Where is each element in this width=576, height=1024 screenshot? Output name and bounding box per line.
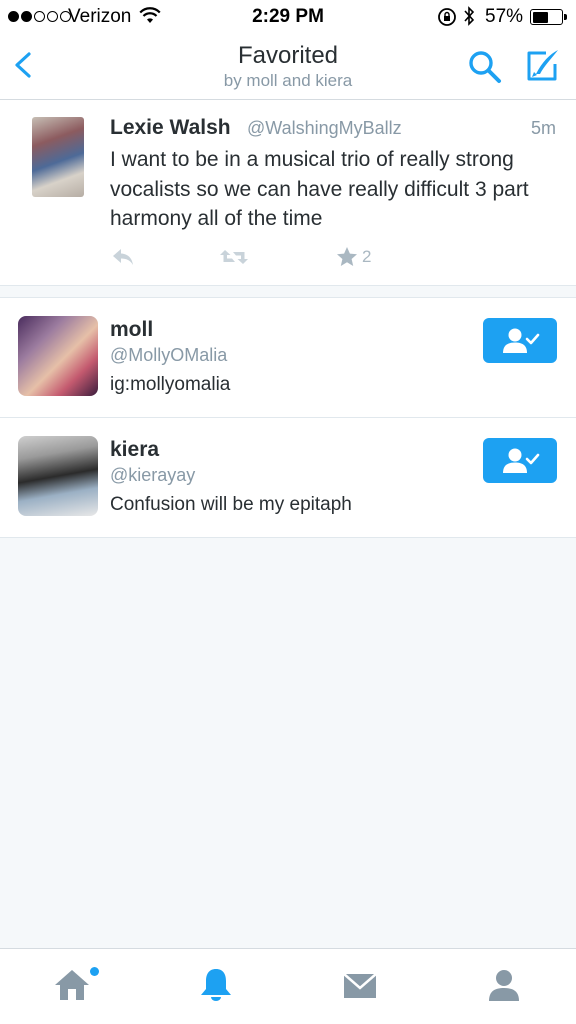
- list-item[interactable]: moll @MollyOMalia ig:mollyomalia: [0, 298, 576, 418]
- reply-icon: [113, 249, 133, 265]
- favorite-button[interactable]: 2: [335, 242, 371, 272]
- tweet-author-handle: @WalshingMyBallz: [247, 118, 402, 138]
- user-name: kiera: [110, 438, 160, 461]
- tweet-author-name: Lexie Walsh: [110, 116, 231, 139]
- tweet-actions: 2: [110, 242, 410, 272]
- battery-percent: 57%: [485, 6, 524, 27]
- compose-icon[interactable]: [522, 46, 562, 86]
- avatar[interactable]: [18, 436, 98, 516]
- person-check-icon: [503, 448, 540, 473]
- tweet-avatar[interactable]: [32, 117, 84, 197]
- nav-header: Favorited by moll and kiera: [0, 34, 576, 100]
- envelope-icon: [343, 973, 377, 998]
- battery-icon: [530, 9, 563, 25]
- retweet-icon: [220, 250, 248, 264]
- list-item[interactable]: kiera @kierayay Confusion will be my epi…: [0, 418, 576, 538]
- favorite-count: 2: [362, 247, 372, 266]
- user-name: moll: [110, 318, 154, 341]
- user-bio: ig:mollyomalia: [110, 374, 231, 395]
- tab-me[interactable]: [484, 965, 524, 1005]
- tab-home[interactable]: [52, 965, 99, 1005]
- tab-messages[interactable]: [340, 965, 380, 1005]
- avatar[interactable]: [18, 316, 98, 396]
- following-button[interactable]: [483, 318, 557, 363]
- user-handle: @kierayay: [110, 465, 196, 485]
- tweet-text: I want to be in a musical trio of really…: [110, 148, 529, 230]
- tweet-card[interactable]: Lexie Walsh @WalshingMyBallz 5m I want t…: [0, 100, 576, 286]
- home-icon: [55, 970, 89, 1000]
- search-icon[interactable]: [466, 48, 504, 86]
- bell-icon: [201, 969, 231, 1001]
- retweet-button[interactable]: [218, 242, 250, 272]
- star-icon: [337, 247, 357, 266]
- tab-bar: [0, 948, 576, 1024]
- following-button[interactable]: [483, 438, 557, 483]
- notification-dot: [90, 967, 99, 976]
- bluetooth-icon: [462, 5, 476, 32]
- rotation-lock-icon: [437, 7, 457, 32]
- person-check-icon: [503, 328, 540, 353]
- battery-tip: [564, 14, 567, 20]
- tweet-timestamp: 5m: [530, 118, 556, 138]
- reply-button[interactable]: [110, 242, 136, 272]
- user-bio: Confusion will be my epitaph: [110, 494, 352, 515]
- favorited-by-list: moll @MollyOMalia ig:mollyomalia kiera @…: [0, 297, 576, 538]
- tab-notifications[interactable]: [196, 965, 236, 1005]
- user-handle: @MollyOMalia: [110, 345, 228, 365]
- status-bar: Verizon 2:29 PM 57%: [0, 0, 576, 34]
- person-icon: [489, 970, 519, 1001]
